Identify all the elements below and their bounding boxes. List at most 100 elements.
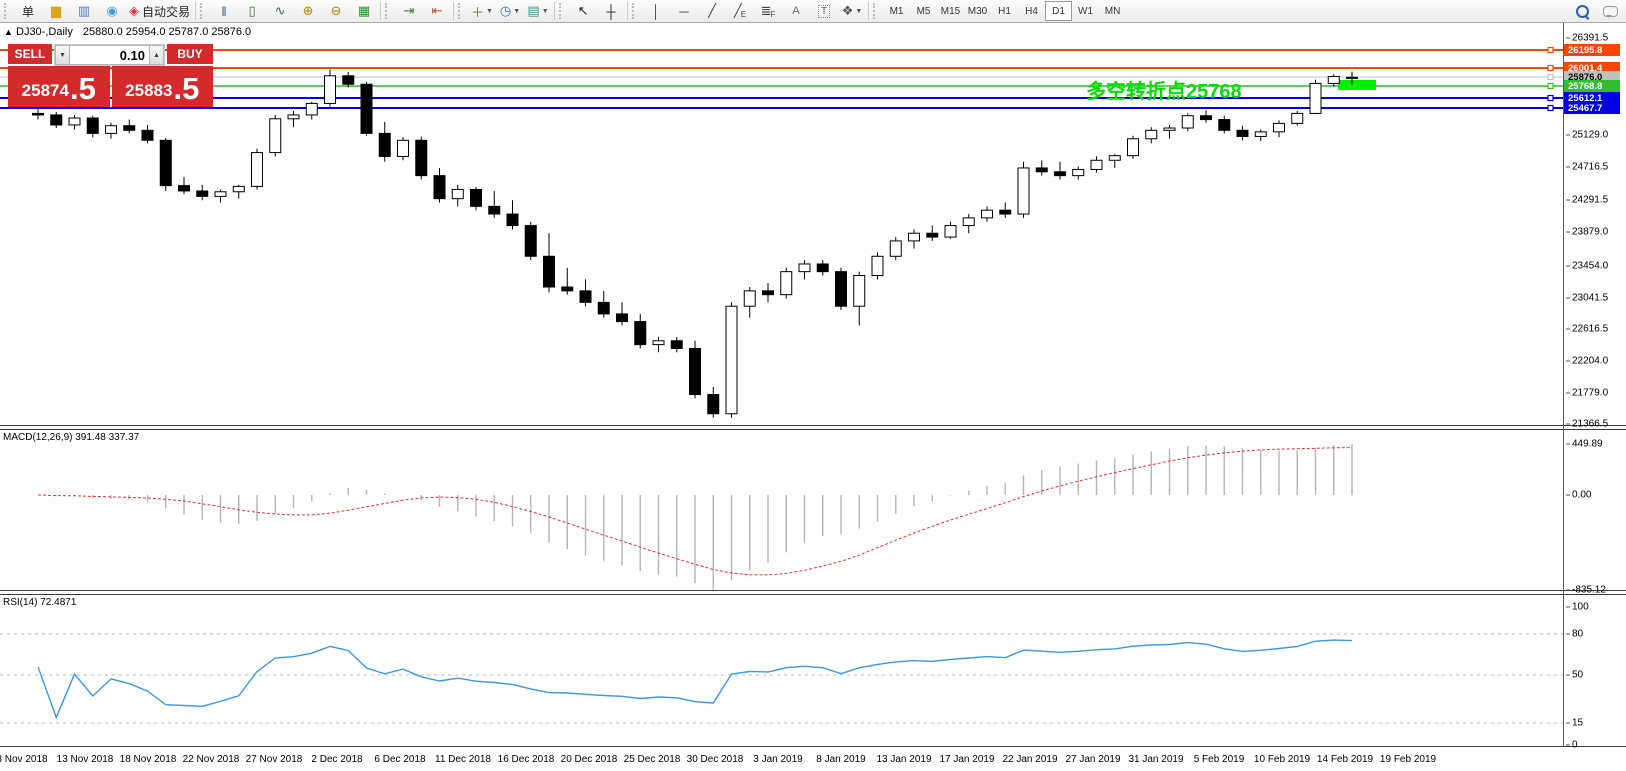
price-scale-tick: 22204.0 xyxy=(1566,356,1608,367)
timeframe-m30[interactable]: M30 xyxy=(964,1,991,21)
crosshair-icon-glyph: ┼ xyxy=(606,4,615,19)
trendline-icon[interactable]: ╱ xyxy=(698,0,726,22)
zoom-out-icon-glyph: ⊖ xyxy=(331,3,342,19)
chart-area: ▲ DJ30-,Daily 25880.0 25954.0 25787.0 25… xyxy=(0,23,1626,771)
horizontal-line-icon[interactable]: ─ xyxy=(670,0,698,22)
volume-input[interactable]: 0.10 xyxy=(70,45,149,65)
crosshair-icon[interactable]: ┼ xyxy=(597,0,625,22)
arrows-icon[interactable]: ❖▼ xyxy=(838,0,866,22)
autoscroll-icon[interactable]: ⇤ xyxy=(423,0,451,22)
time-axis-label: 27 Jan 2019 xyxy=(1065,754,1120,765)
macd-canvas[interactable] xyxy=(0,429,1563,591)
sell-price-button[interactable]: 25874 .5 xyxy=(8,66,110,107)
chart-symbol-period: DJ30-,Daily xyxy=(16,26,73,38)
panel-separator-macd[interactable] xyxy=(0,425,1626,430)
time-axis-label: 20 Dec 2018 xyxy=(561,754,618,765)
dropdown-arrow-icon: ▼ xyxy=(855,8,862,15)
panel-collapse-toggle[interactable]: ▲ xyxy=(4,27,13,37)
text-label-icon[interactable]: T xyxy=(810,0,838,22)
rsi-canvas[interactable] xyxy=(0,594,1563,746)
cursor-icon-glyph: ↖ xyxy=(578,3,589,19)
terminal-icon[interactable]: ▥ xyxy=(70,0,98,22)
dropdown-arrow-icon: ▼ xyxy=(542,8,549,15)
cursor-icon[interactable]: ↖ xyxy=(569,0,597,22)
timeframe-h4[interactable]: H4 xyxy=(1018,1,1045,21)
periods-button-glyph: ◷ xyxy=(500,3,511,19)
text-icon[interactable]: A xyxy=(782,0,810,22)
price-line-label: 25467.7 xyxy=(1564,102,1620,114)
buy-price-fraction: .5 xyxy=(173,73,199,104)
volume-up-button[interactable]: ▲ xyxy=(149,45,164,65)
timeframe-m15[interactable]: M15 xyxy=(937,1,964,21)
channel-icon[interactable]: ╱E xyxy=(726,0,754,22)
autotrade-button[interactable]: ◈自动交易 xyxy=(126,0,193,22)
line-chart-icon[interactable]: ∿ xyxy=(266,0,294,22)
bar-chart-icon[interactable]: ‖ xyxy=(210,0,238,22)
gold-icon-glyph: ▆ xyxy=(51,3,61,19)
buy-price-button[interactable]: 25883 .5 xyxy=(112,66,214,107)
volume-spinner: ▼ 0.10 ▲ xyxy=(54,44,165,66)
timeframe-w1[interactable]: W1 xyxy=(1072,1,1099,21)
toolbar-group-handle xyxy=(200,3,207,19)
templates-button-glyph: ▤ xyxy=(527,3,539,19)
periods-button[interactable]: ◷▼ xyxy=(496,0,524,22)
rsi-scale-tick: 15 xyxy=(1566,718,1583,729)
signal-icon[interactable]: ◉ xyxy=(98,0,126,22)
toolbar-group-handle xyxy=(4,3,11,19)
indicators-button[interactable]: ＋▼ xyxy=(468,0,496,22)
time-axis-label: 13 Nov 2018 xyxy=(57,754,114,765)
autoscroll-icon-glyph: ⇤ xyxy=(432,3,443,19)
one-click-trading-panel: SELL ▼ 0.10 ▲ BUY 25874 .5 25883 .5 xyxy=(8,44,213,107)
search-icon[interactable] xyxy=(1576,5,1589,18)
fibonacci-icon[interactable]: ≣F xyxy=(754,0,782,22)
main-chart-canvas[interactable] xyxy=(0,23,1563,426)
sell-button[interactable]: SELL xyxy=(8,44,52,66)
toolbar-separator xyxy=(627,2,628,20)
time-axis-label: 16 Dec 2018 xyxy=(498,754,555,765)
toolbar-separator xyxy=(868,2,869,20)
price-line-label: 25768.8 xyxy=(1564,80,1620,92)
price-scale-tick: 25129.0 xyxy=(1566,130,1608,141)
toolbar-group-handle xyxy=(385,3,392,19)
price-scale-tick: 23879.0 xyxy=(1566,227,1608,238)
time-axis-label: 10 Feb 2019 xyxy=(1254,754,1310,765)
price-scale-tick: 21366.5 xyxy=(1566,419,1608,430)
autotrade-button-glyph: ◈ xyxy=(129,3,139,19)
text-label-icon-glyph: T xyxy=(818,5,830,18)
volume-down-button[interactable]: ▼ xyxy=(55,45,70,65)
candlestick-chart-icon[interactable]: ▯ xyxy=(238,0,266,22)
tile-windows-icon[interactable]: ▦ xyxy=(350,0,378,22)
timeframe-m1[interactable]: M1 xyxy=(883,1,910,21)
rsi-scale-tick: 100 xyxy=(1566,602,1589,613)
macd-scale-tick: -835.12 xyxy=(1566,585,1606,596)
gold-icon[interactable]: ▆ xyxy=(42,0,70,22)
zoom-out-icon[interactable]: ⊖ xyxy=(322,0,350,22)
timeframe-h1[interactable]: H1 xyxy=(991,1,1018,21)
templates-button[interactable]: ▤▼ xyxy=(524,0,552,22)
price-scale-tick: 24291.5 xyxy=(1566,195,1608,206)
buy-button[interactable]: BUY xyxy=(167,44,213,66)
chat-icon[interactable] xyxy=(1603,6,1618,17)
price-scale-tick: 24716.5 xyxy=(1566,162,1608,173)
candlestick-chart-icon-glyph: ▯ xyxy=(248,3,255,19)
time-axis-label: 2 Dec 2018 xyxy=(311,754,362,765)
vertical-line-icon[interactable]: │ xyxy=(642,0,670,22)
zoom-in-icon[interactable]: ⊕ xyxy=(294,0,322,22)
signal-icon-glyph: ◉ xyxy=(106,3,117,19)
timeframe-mn[interactable]: MN xyxy=(1099,1,1126,21)
new-order-button-glyph: 单 xyxy=(22,3,34,20)
timeframe-m5[interactable]: M5 xyxy=(910,1,937,21)
terminal-icon-glyph: ▥ xyxy=(78,3,90,19)
new-order-button[interactable]: 单 xyxy=(14,0,42,22)
shift-chart-icon[interactable]: ⇥ xyxy=(395,0,423,22)
time-axis-line xyxy=(0,746,1626,747)
panel-separator-rsi[interactable] xyxy=(0,590,1626,595)
rsi-scale-tick: 50 xyxy=(1566,670,1583,681)
time-axis-label: 30 Dec 2018 xyxy=(687,754,744,765)
fibonacci-icon-sub: F xyxy=(771,10,776,19)
chart-ohlc-readout: 25880.0 25954.0 25787.0 25876.0 xyxy=(83,26,251,38)
price-scale-tick: 23041.5 xyxy=(1566,293,1608,304)
vertical-line-icon-glyph: │ xyxy=(652,4,660,19)
timeframe-d1[interactable]: D1 xyxy=(1045,1,1072,21)
channel-icon-sub: E xyxy=(741,10,746,19)
